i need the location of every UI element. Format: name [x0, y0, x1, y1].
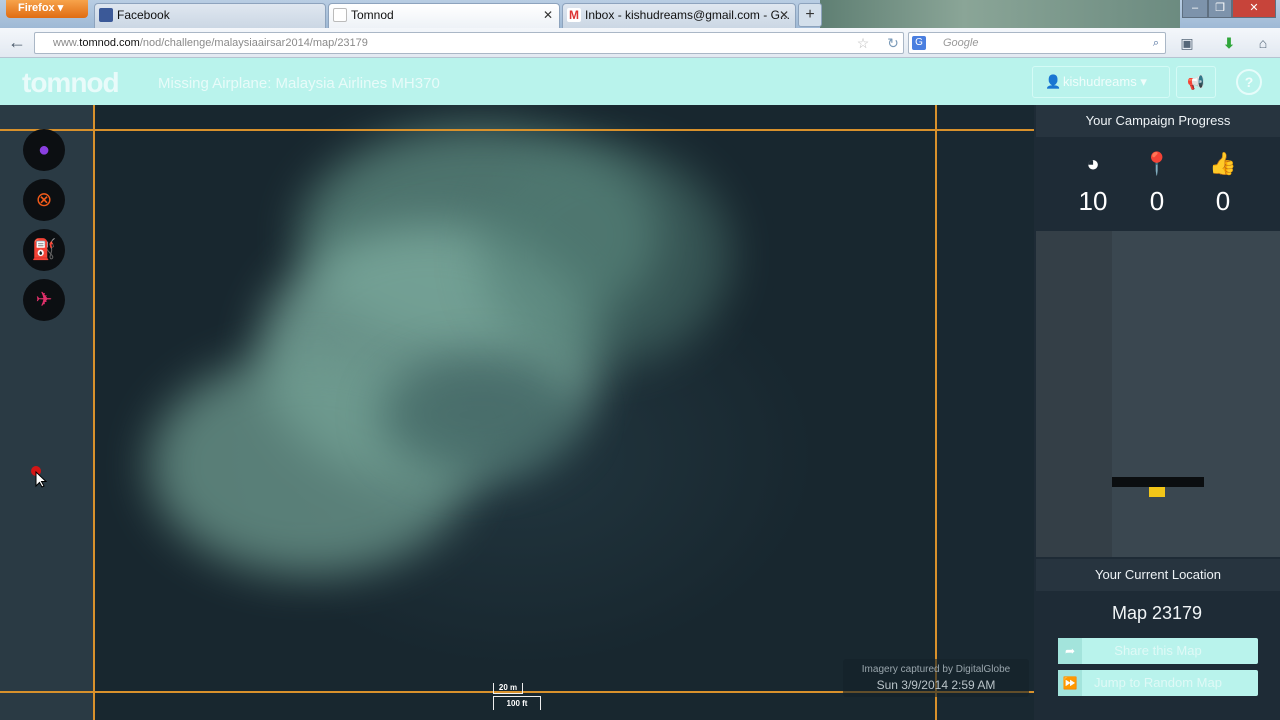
minimize-button[interactable]: – [1182, 0, 1208, 18]
tile-boundary-left [93, 105, 95, 720]
tag-tool-pin[interactable]: ● [23, 129, 65, 171]
minimap-current-tile [1149, 487, 1165, 497]
tile-boundary-top [0, 129, 1034, 131]
stat-tags-placed: 📍 0 [1127, 150, 1187, 217]
satellite-map[interactable]: ● ⊗ ⛽ ✈ Imagery captured by DigitalGlobe… [0, 105, 1034, 720]
address-bar[interactable]: www.tomnod.com/nod/challenge/malaysiaair… [34, 32, 904, 54]
fuel-pump-icon: ⛽ [31, 239, 57, 261]
cloud-shadow [380, 355, 580, 475]
tab-label: Facebook [117, 8, 170, 22]
tab-label: Tomnod [351, 8, 394, 22]
tab-tomnod[interactable]: Tomnod ✕ [328, 3, 560, 28]
minimap-viewed-tiles [1112, 477, 1204, 487]
browser-nav-bar: ← www.tomnod.com/nod/challenge/malaysiaa… [0, 28, 1280, 58]
back-button[interactable]: ← [4, 31, 30, 55]
user-icon: 👤 [1045, 74, 1062, 89]
map-pin-icon: 📍 [1143, 151, 1171, 176]
firefox-menu-button[interactable]: Firefox ▾ [6, 0, 88, 18]
search-bar[interactable]: G Google ⌕ [908, 32, 1166, 54]
stat-value: 0 [1215, 186, 1231, 216]
window-background [820, 0, 1180, 28]
window-close-button[interactable]: ✕ [1232, 0, 1276, 18]
tag-tool-life-raft[interactable]: ✈ [23, 279, 65, 321]
help-icon: ? [1244, 74, 1254, 90]
gmail-icon: M [567, 8, 581, 22]
scale-metric: 20 m [493, 683, 523, 694]
progress-title: Your Campaign Progress [1036, 105, 1280, 137]
credit-text: Imagery captured by DigitalGlobe [861, 664, 1011, 675]
map-right-margin [937, 105, 1034, 720]
site-header: tomnod Missing Airplane: Malaysia Airlin… [0, 58, 1280, 105]
share-map-button[interactable]: ➦ Share this Map [1058, 638, 1258, 664]
map-pin-icon: ● [37, 139, 51, 161]
share-label: Share this Map [1114, 643, 1202, 658]
random-map-button[interactable]: ⏩ Jump to Random Map [1058, 670, 1258, 696]
bookmarks-menu-icon[interactable]: ▣ [1176, 32, 1198, 54]
tag-tool-oil-slick[interactable]: ⛽ [23, 229, 65, 271]
username: kishudreams [1063, 74, 1137, 89]
browser-tab-bar: Firefox ▾ Facebook Tomnod ✕ M Inbox - ki… [0, 0, 1280, 28]
url-prefix: www. [53, 37, 80, 49]
fast-forward-icon: ⏩ [1058, 670, 1082, 696]
url-path: /nod/challenge/malaysiaairsar2014/map/23… [139, 37, 368, 49]
blank-page-icon [333, 8, 347, 22]
tomnod-logo[interactable]: tomnod [22, 67, 120, 99]
tab-facebook[interactable]: Facebook [94, 3, 326, 28]
airplane-crossed-icon: ✈ [35, 289, 53, 311]
tag-tool-wreckage[interactable]: ⊗ [23, 179, 65, 221]
globe-icon: ◕ [1086, 151, 1100, 176]
mouse-cursor [30, 466, 48, 493]
url-domain: tomnod.com [79, 37, 140, 49]
tile-boundary-right [935, 105, 937, 720]
minimap-shaded-area [1036, 231, 1112, 557]
search-icon[interactable]: ⌕ [1153, 33, 1159, 53]
map-scale: 20 m 100 ft [493, 683, 541, 711]
search-placeholder: Google [943, 37, 979, 49]
home-icon[interactable]: ⌂ [1252, 32, 1274, 54]
close-tab-icon[interactable]: ✕ [543, 4, 553, 26]
new-tab-button[interactable]: + [798, 3, 822, 27]
bookmark-star-icon[interactable]: ☆ [852, 32, 874, 54]
overview-minimap[interactable] [1036, 231, 1280, 557]
random-label: Jump to Random Map [1094, 675, 1222, 690]
stat-value: 0 [1149, 186, 1165, 216]
close-tab-icon[interactable]: ✕ [779, 4, 789, 26]
stat-value: 10 [1078, 186, 1108, 216]
capture-date: Sun 3/9/2014 2:59 AM [876, 678, 996, 692]
cloud-formation [480, 145, 730, 365]
google-search-engine-icon[interactable]: G [912, 36, 926, 50]
side-panel: Your Campaign Progress ◕ 10 📍 0 👍 0 Your… [1034, 105, 1280, 720]
reload-icon[interactable]: ↻ [882, 32, 904, 54]
user-menu-button[interactable]: 👤 kishudreams ▾ [1032, 66, 1170, 98]
campaign-title: Missing Airplane: Malaysia Airlines MH37… [158, 75, 440, 92]
share-icon: ➦ [1058, 638, 1082, 664]
facebook-icon [99, 8, 113, 22]
logo-text: tomnod [22, 67, 120, 98]
help-button[interactable]: ? [1236, 69, 1262, 95]
stat-agreements: 👍 0 [1193, 150, 1253, 217]
announcements-button[interactable]: 📢 [1176, 66, 1216, 98]
megaphone-icon: 📢 [1187, 74, 1205, 90]
current-map-id: Map 23179 [1111, 603, 1203, 623]
scale-imperial: 100 ft [493, 696, 541, 710]
tab-gmail[interactable]: M Inbox - kishudreams@gmail.com - G... ✕ [562, 3, 796, 28]
stat-maps-viewed: ◕ 10 [1063, 150, 1123, 217]
close-circle-icon: ⊗ [35, 189, 53, 211]
firefox-menu-label: Firefox [18, 2, 55, 14]
download-icon[interactable]: ⬇ [1218, 32, 1240, 54]
location-title: Your Current Location [1036, 559, 1280, 591]
thumbs-up-icon: 👍 [1209, 151, 1237, 176]
imagery-credit: Imagery captured by DigitalGlobe Sun 3/9… [843, 659, 1029, 697]
tab-label: Inbox - kishudreams@gmail.com - G... [585, 8, 790, 22]
restore-button[interactable]: ❐ [1208, 0, 1232, 18]
